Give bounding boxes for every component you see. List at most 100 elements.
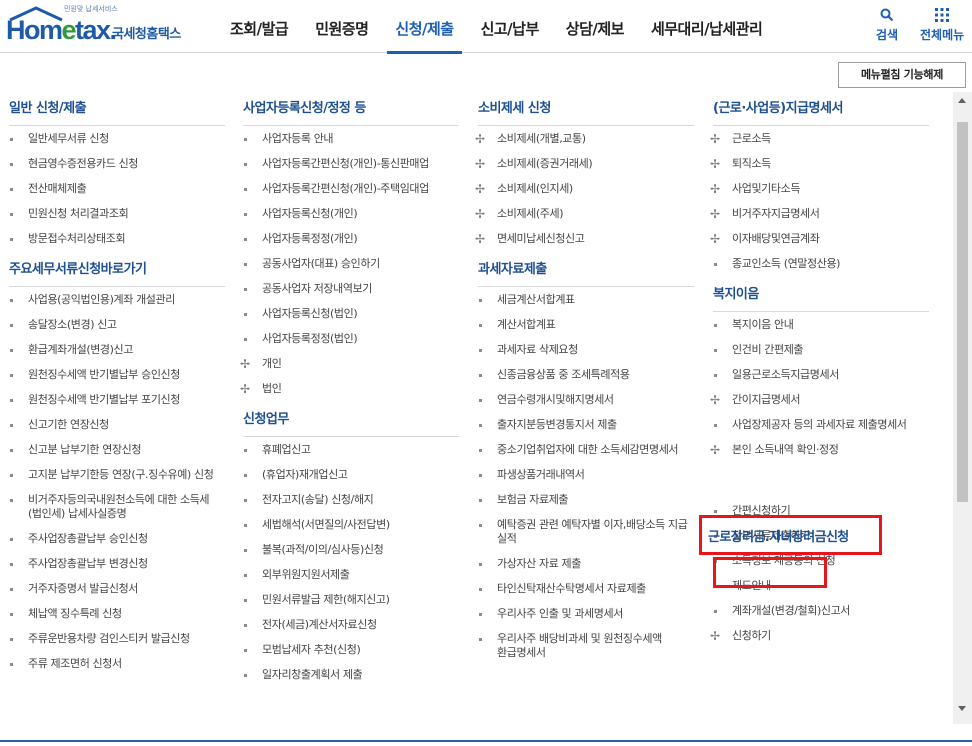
menu-item[interactable]: ✢ 사업및기타소득: [710, 182, 929, 196]
menu-item[interactable]: 일반세무서류 신청: [9, 132, 225, 146]
menu-item[interactable]: 현금영수증전용카드 신청: [9, 157, 225, 171]
menu-item-label: 거주자증명서 발급신청서: [28, 582, 139, 595]
menu-item[interactable]: 연금수령개시및해지명세서: [478, 393, 694, 407]
menu-item[interactable]: 전자(세금)계산서자료신청: [243, 618, 459, 632]
menu-item[interactable]: 종교인소득 (연말정산용): [713, 257, 929, 271]
menu-item[interactable]: 사업장제공자 등의 과세자료 제출명세서: [713, 418, 929, 432]
menu-item[interactable]: ✢ 법인: [240, 382, 459, 396]
menu-item[interactable]: 파생상품거래내역서: [478, 468, 694, 482]
menu-column-3: 소비제세 신청 ✢ 소비제세(개별,교통) ✢ 소비제세(증권거래세) ✢ 소비제세(인지세…: [475, 97, 694, 671]
menu-item[interactable]: 공동사업자(대표) 승인하기: [243, 257, 459, 271]
scroll-up-arrow-icon[interactable]: [958, 98, 966, 103]
menu-item[interactable]: 주사업장총괄납부 변경신청: [9, 557, 225, 571]
menu-item[interactable]: 일자리창출계획서 제출: [243, 668, 459, 682]
menu-item[interactable]: 원천징수세액 반기별납부 승인신청: [9, 368, 225, 382]
menu-item[interactable]: 사업자등록 안내: [243, 132, 459, 146]
menu-item[interactable]: 고지분 납부기한등 연장(구.징수유예) 신청: [9, 468, 225, 482]
scroll-down-arrow-icon[interactable]: [958, 706, 966, 711]
menu-item[interactable]: 사업자등록정정(법인): [243, 332, 459, 346]
nav-tab-5[interactable]: 세무대리/납세관리: [643, 0, 770, 53]
menu-item-label: 간이지급명세서: [732, 393, 801, 406]
menu-item[interactable]: 방문접수처리상태조회: [9, 232, 225, 246]
menu-item[interactable]: ✢ 소비제세(주세): [475, 207, 694, 221]
menu-item[interactable]: 일용근로소득지급명세서: [713, 368, 929, 382]
menu-item[interactable]: 공동사업자 저장내역보기: [243, 282, 459, 296]
menu-item[interactable]: 전자고지(송달) 신청/해지: [243, 493, 459, 507]
menu-item[interactable]: 외부위원지원서제출: [243, 568, 459, 582]
menu-item[interactable]: 사업용(공익법인용)계좌 개설관리: [9, 293, 225, 307]
vertical-scrollbar[interactable]: [953, 92, 972, 724]
menu-item[interactable]: ✢ 이자배당및연금계좌: [710, 232, 929, 246]
menu-item[interactable]: 타인신탁재산수탁명세서 자료제출: [478, 582, 694, 596]
menu-item[interactable]: ✢ 개인: [240, 357, 459, 371]
menu-item[interactable]: (휴업자)재개업신고: [243, 468, 459, 482]
menu-item[interactable]: 사업자등록간편신청(개인)-통신판매업: [243, 157, 459, 171]
menu-item[interactable]: ✢ 면세미납세신청신고: [475, 232, 694, 246]
menu-item[interactable]: 불복(과적/이의/심사등)신청: [243, 543, 459, 557]
menu-item[interactable]: 사업자등록신청(개인): [243, 207, 459, 221]
menu-item[interactable]: ✢ 소비제세(인지세): [475, 182, 694, 196]
bullet-icon: [479, 638, 482, 641]
menu-item[interactable]: 비거주자등의국내원천소득에 대한 소득세(법인세) 납세사실증명: [9, 493, 225, 521]
hometax-logo[interactable]: 민원맞 납세서비스 Hometax. 국세청홈택스: [6, 4, 191, 48]
menu-item[interactable]: 체납액 징수특례 신청: [9, 607, 225, 621]
menu-item[interactable]: 계산서합계표: [478, 318, 694, 332]
menu-item[interactable]: 원천징수세액 반기별납부 포기신청: [9, 393, 225, 407]
menu-item[interactable]: 환급계좌개설(변경)신고: [9, 343, 225, 357]
nav-tab-4[interactable]: 상담/제보: [558, 0, 632, 53]
nav-tab-3[interactable]: 신고/납부: [473, 0, 547, 53]
bullet-icon: [244, 288, 247, 291]
header: 민원맞 납세서비스 Hometax. 국세청홈택스 조회/발급 민원증명 신청/제출…: [0, 0, 972, 54]
menu-item[interactable]: 보험금 자료제출: [478, 493, 694, 507]
menu-item[interactable]: ✢ 퇴직소득: [710, 157, 929, 171]
menu-item[interactable]: 전산매체제출: [9, 182, 225, 196]
menu-item[interactable]: 우리사주 배당비과세 및 원천징수세액 환급명세서: [478, 632, 694, 660]
menu-item[interactable]: 복지이음 안내: [713, 318, 929, 332]
menu-item[interactable]: 휴폐업신고: [243, 443, 459, 457]
menu-item[interactable]: 우리사주 인출 및 과세명세서: [478, 607, 694, 621]
menu-item-label: 계좌개설(변경/철회)신고서: [732, 604, 851, 617]
menu-item[interactable]: 신고분 납부기한 연장신청: [9, 443, 225, 457]
menu-item[interactable]: ✢ 근로소득: [710, 132, 929, 146]
bullet-icon: [244, 449, 247, 452]
menu-item[interactable]: ✢ 간이지급명세서: [710, 393, 929, 407]
menu-item[interactable]: 중소기업취업자에 대한 소득세감면명세서: [478, 443, 694, 457]
nav-tab-0[interactable]: 조회/발급: [222, 0, 296, 53]
menu-item[interactable]: 과세자료 삭제요청: [478, 343, 694, 357]
menu-item[interactable]: 주류운반용차량 검인스티커 발급신청: [9, 632, 225, 646]
menu-item[interactable]: 주사업장총괄납부 승인신청: [9, 532, 225, 546]
all-menu-button[interactable]: 전체메뉴: [920, 8, 964, 43]
menu-item[interactable]: ✢ 소비제세(개별,교통): [475, 132, 694, 146]
menu-item[interactable]: ✢ 비거주자지급명세서: [710, 207, 929, 221]
menu-item[interactable]: 모범납세자 추천(신청): [243, 643, 459, 657]
menu-item[interactable]: ✢ 신청하기: [710, 629, 929, 643]
menu-item[interactable]: 사업자등록간편신청(개인)-주택임대업: [243, 182, 459, 196]
menu-item[interactable]: 신종금융상품 중 조세특례적용: [478, 368, 694, 382]
bullet-icon: [714, 263, 717, 266]
menu-item[interactable]: 인건비 간편제출: [713, 343, 929, 357]
menu-item[interactable]: 세법해석(서면질의/사전답변): [243, 518, 459, 532]
menu-item[interactable]: 민원신청 처리결과조회: [9, 207, 225, 221]
nav-tab-1[interactable]: 민원증명: [307, 0, 376, 53]
menu-item[interactable]: ✢ 소비제세(증권거래세): [475, 157, 694, 171]
plus-expand-icon: ✢: [710, 207, 720, 221]
menu-item[interactable]: ✢ 본인 소득내역 확인·정정: [710, 443, 929, 457]
menu-item[interactable]: 예탁증권 관련 예탁자별 이자,배당소득 지급 실적: [478, 518, 694, 546]
menu-expand-toggle-button[interactable]: 메뉴펼침 기능해제: [838, 62, 966, 88]
menu-item[interactable]: 출자지분등변경통지서 제출: [478, 418, 694, 432]
menu-item[interactable]: 사업자등록신청(법인): [243, 307, 459, 321]
menu-item[interactable]: 거주자증명서 발급신청서: [9, 582, 225, 596]
menu-item[interactable]: 세금계산서합계표: [478, 293, 694, 307]
menu-item[interactable]: 신고기한 연장신청: [9, 418, 225, 432]
search-button[interactable]: 검색: [876, 8, 898, 43]
nav-tab-2[interactable]: 신청/제출: [387, 0, 462, 54]
menu-item[interactable]: 사업자등록정정(개인): [243, 232, 459, 246]
menu-item[interactable]: 가상자산 자료 제출: [478, 557, 694, 571]
menu-item[interactable]: 계좌개설(변경/철회)신고서: [713, 604, 929, 618]
menu-item[interactable]: 주류 제조면허 신청서: [9, 657, 225, 671]
plus-expand-icon: ✢: [710, 629, 720, 643]
scrollbar-thumb[interactable]: [957, 122, 968, 502]
bullet-icon: [479, 449, 482, 452]
menu-item[interactable]: 송달장소(변경) 신고: [9, 318, 225, 332]
menu-item[interactable]: 민원서류발급 제한(해지신고): [243, 593, 459, 607]
